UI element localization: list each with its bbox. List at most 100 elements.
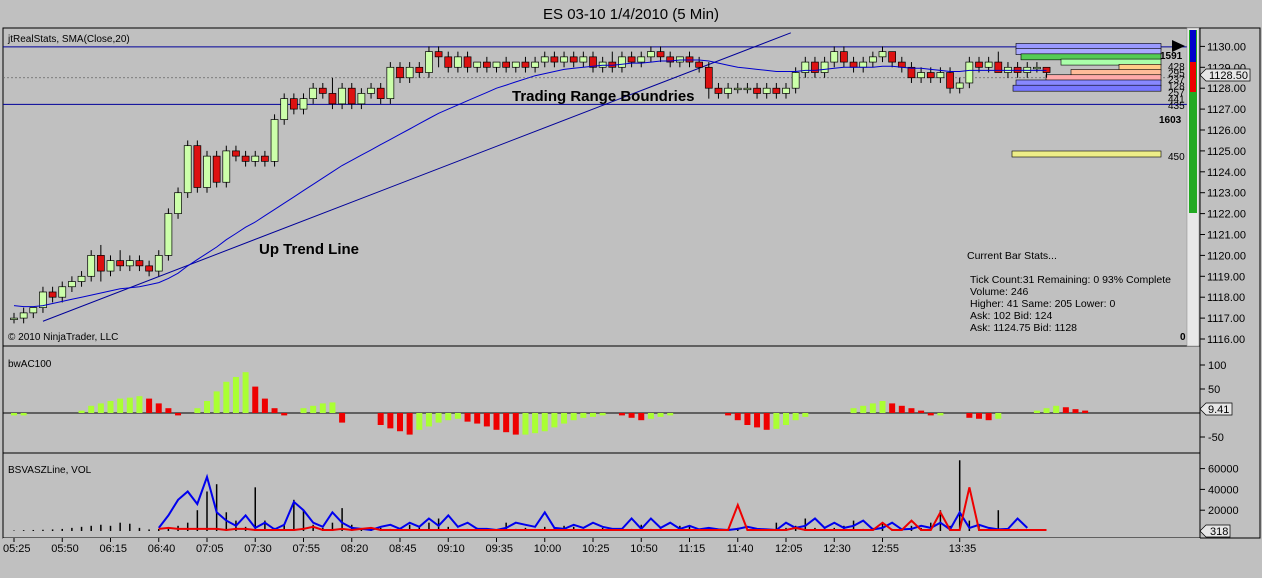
candle-body bbox=[994, 61, 1003, 73]
price-tick-label: 1121.00 bbox=[1207, 230, 1246, 242]
candle-body bbox=[483, 61, 491, 68]
candle-body bbox=[280, 98, 289, 120]
price-tick-label: 1127.00 bbox=[1207, 104, 1246, 116]
ac-bar bbox=[425, 413, 432, 427]
ac-bar bbox=[985, 413, 992, 421]
ac-panel[interactable] bbox=[2, 345, 1201, 454]
candle-body bbox=[656, 51, 665, 58]
profile-bar bbox=[1012, 84, 1162, 92]
price-tick-label: 1130.00 bbox=[1207, 41, 1246, 53]
ac-bar bbox=[860, 405, 867, 413]
chart-canvas[interactable]: ES 03-10 1/4/2010 (5 Min) 42829523712825… bbox=[0, 0, 1262, 578]
candle-body bbox=[19, 312, 28, 319]
ac-bar bbox=[175, 413, 182, 416]
ac-value-marker: 9.41 bbox=[1199, 402, 1233, 416]
candle-body bbox=[386, 66, 395, 100]
profile-bar-label: 435 bbox=[1168, 101, 1185, 112]
candle-body bbox=[87, 255, 96, 277]
price-tick-label: 1122.00 bbox=[1207, 209, 1246, 221]
ac-bar bbox=[88, 405, 95, 413]
candle-body bbox=[367, 87, 375, 94]
time-tick-label: 05:50 bbox=[51, 543, 79, 555]
ac-bar bbox=[1053, 405, 1060, 413]
candle-body bbox=[232, 150, 240, 157]
candle-body bbox=[579, 56, 588, 63]
ac-bar bbox=[638, 413, 645, 421]
candle-body bbox=[511, 61, 520, 68]
price-tick-label: 1120.00 bbox=[1207, 250, 1246, 262]
ac-bar bbox=[618, 413, 625, 416]
candle-body bbox=[10, 317, 18, 320]
price-tick-label: 1116.00 bbox=[1207, 334, 1245, 346]
ac-bar bbox=[204, 401, 210, 413]
ac-bar bbox=[599, 413, 606, 416]
profile-450-label: 450 bbox=[1168, 152, 1185, 163]
ac-bar bbox=[194, 408, 201, 413]
ac-bar bbox=[927, 413, 934, 416]
range-annotation: Trading Range Boundries bbox=[512, 88, 695, 105]
ac-bar bbox=[551, 413, 558, 428]
ac-bar bbox=[397, 413, 403, 432]
candle-body bbox=[318, 87, 327, 94]
candle-body bbox=[125, 260, 134, 267]
candle-body bbox=[338, 87, 346, 105]
candle-body bbox=[357, 93, 366, 105]
chart-window: ES 03-10 1/4/2010 (5 Min) 428 295 237 128 25… bbox=[0, 0, 1262, 578]
ac-bar bbox=[117, 398, 124, 413]
candle-body bbox=[203, 155, 211, 188]
time-tick-label: 06:15 bbox=[100, 543, 128, 555]
candle-body bbox=[290, 98, 298, 110]
window-title: ES 03-10 1/4/2010 (5 Min) bbox=[543, 6, 719, 23]
candle-body bbox=[897, 61, 906, 68]
ac-bar bbox=[879, 401, 886, 413]
candle-body bbox=[627, 56, 636, 63]
ac-bar bbox=[1072, 409, 1079, 413]
price-tick-label: 1128.00 bbox=[1207, 83, 1246, 95]
candle-body bbox=[299, 98, 308, 110]
price-axis-labels: 1130.001129.001128.001127.001126.001125.… bbox=[1207, 41, 1246, 346]
ac-bar bbox=[97, 403, 104, 413]
candle-body bbox=[251, 155, 260, 162]
ac-bar bbox=[908, 408, 915, 413]
ac-bar bbox=[657, 413, 664, 417]
candle-body bbox=[193, 145, 202, 188]
candle-body bbox=[434, 51, 443, 58]
candle-body bbox=[68, 281, 76, 288]
ac-bar bbox=[329, 402, 336, 413]
ac-bar bbox=[165, 408, 172, 413]
ac-value-label: 9.41 bbox=[1208, 404, 1229, 416]
candle-body bbox=[917, 72, 925, 79]
stats-line: Ask: 102 Bid: 124 bbox=[970, 310, 1052, 322]
ac-bar bbox=[11, 413, 17, 416]
candle-body bbox=[743, 87, 752, 91]
ac-bar bbox=[78, 410, 85, 413]
candle-body bbox=[647, 51, 655, 58]
ac-bar bbox=[1043, 408, 1050, 413]
price-tick-label: 1124.00 bbox=[1207, 167, 1246, 179]
time-tick-label: 11:15 bbox=[679, 543, 706, 555]
ac-bar bbox=[261, 398, 268, 413]
candle-body bbox=[174, 192, 182, 214]
ac-bar bbox=[725, 413, 732, 416]
candle-body bbox=[405, 66, 414, 79]
stats-line: Ask: 1124.75 Bid: 1128 bbox=[970, 322, 1077, 334]
candle-body bbox=[753, 87, 761, 94]
candle-body bbox=[1033, 66, 1041, 70]
ac-bar bbox=[734, 413, 741, 421]
ac-bar bbox=[387, 413, 394, 429]
ac-bar bbox=[319, 403, 326, 413]
ac-bar bbox=[242, 372, 249, 413]
ac-bar bbox=[416, 413, 423, 430]
price-tick-label: 1118.00 bbox=[1207, 292, 1245, 304]
stats-line: Volume: 246 bbox=[970, 286, 1029, 298]
candle-body bbox=[569, 56, 578, 63]
time-tick-label: 10:25 bbox=[582, 543, 610, 555]
ac-bar bbox=[889, 403, 896, 413]
copyright-label: © 2010 NinjaTrader, LLC bbox=[8, 332, 118, 343]
price-tick-label: 1117.00 bbox=[1207, 313, 1245, 325]
time-tick-label: 08:20 bbox=[341, 543, 369, 555]
ac-bar bbox=[802, 413, 809, 417]
volume-indicator-label: BSVASZLine, VOL bbox=[8, 465, 92, 476]
candle-body bbox=[830, 51, 839, 63]
ac-bar bbox=[561, 413, 568, 424]
